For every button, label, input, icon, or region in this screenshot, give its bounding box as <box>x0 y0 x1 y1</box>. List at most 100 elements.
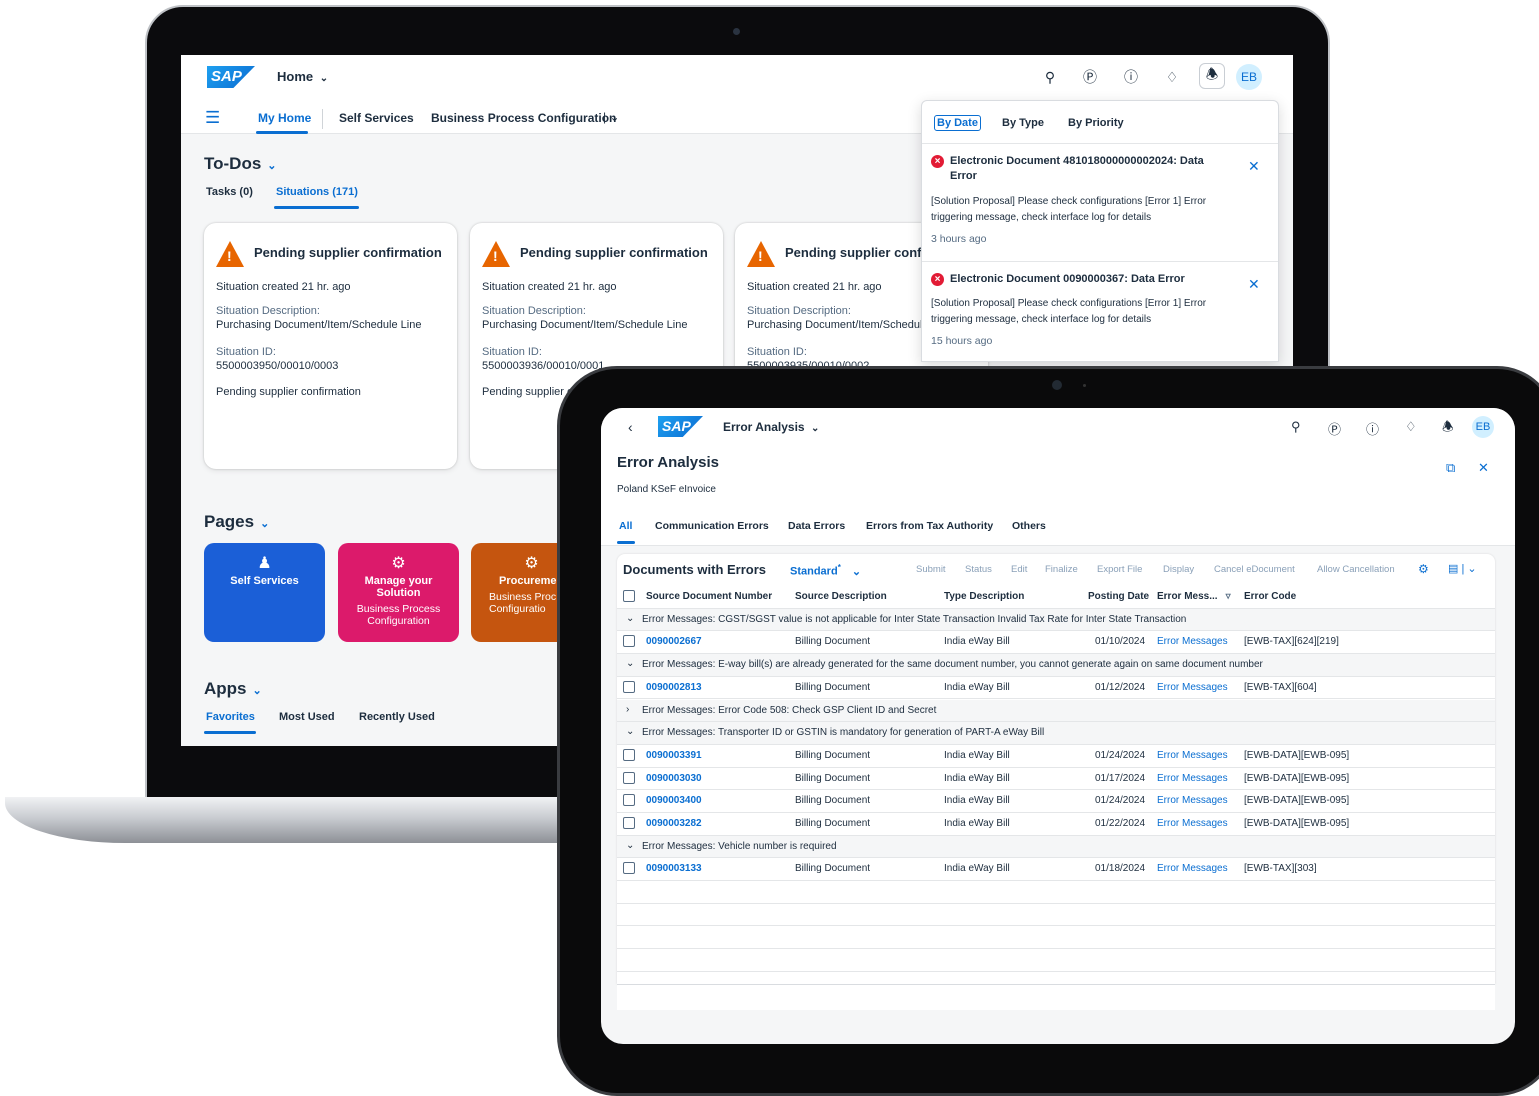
row-checkbox[interactable] <box>623 817 635 829</box>
tab-most-used[interactable]: Most Used <box>279 711 335 723</box>
tab-favorites[interactable]: Favorites <box>206 711 255 723</box>
chevron-down-icon[interactable]: ⌄ <box>626 613 634 624</box>
action-allow-cancellation[interactable]: Allow Cancellation <box>1317 564 1395 575</box>
help-icon[interactable]: ⓘ <box>1366 419 1379 438</box>
copilot-icon[interactable]: Ⓟ <box>1328 419 1341 438</box>
row-checkbox[interactable] <box>623 862 635 875</box>
filter-tab-data-errors[interactable]: Data Errors <box>788 520 845 532</box>
action-cancel-edocument[interactable]: Cancel eDocument <box>1214 564 1295 575</box>
action-export-file[interactable]: Export File <box>1097 564 1142 575</box>
notification-item[interactable]: × Electronic Document 0090000367: Data E… <box>922 262 1278 361</box>
table-row[interactable]: 0090002813 Billing Document India eWay Bil… <box>617 677 1495 700</box>
table-row[interactable]: 0090003400 Billing Document India eWay Bil… <box>617 790 1495 813</box>
tab-situations[interactable]: Situations (171) <box>276 186 358 198</box>
sap-logo[interactable]: SAP <box>658 416 703 437</box>
document-number-link[interactable]: 0090002813 <box>646 682 702 693</box>
action-edit[interactable]: Edit <box>1011 564 1027 575</box>
filter-tab-others[interactable]: Others <box>1012 520 1046 532</box>
filter-tab-tax-authority[interactable]: Errors from Tax Authority <box>866 520 993 532</box>
chevron-down-icon[interactable]: ⌄ <box>626 726 634 737</box>
nav-more-chevron-icon[interactable]: | ⌄ <box>603 110 620 124</box>
help-icon[interactable]: ⓘ <box>1118 64 1144 90</box>
row-checkbox[interactable] <box>623 680 635 693</box>
back-icon[interactable]: ‹ <box>628 419 633 435</box>
col-source-document-number[interactable]: Source Document Number <box>646 591 772 602</box>
todos-title[interactable]: To-Dos ⌄ <box>204 154 277 174</box>
apps-title[interactable]: Apps ⌄ <box>204 679 262 699</box>
group-row[interactable]: › Error Messages: Error Code 508: Check G… <box>617 699 1495 723</box>
row-checkbox[interactable] <box>623 748 635 761</box>
bell-icon[interactable]: 🕭 <box>1442 418 1454 440</box>
document-number-link[interactable]: 0090003133 <box>646 863 702 874</box>
home-menu[interactable]: Home ⌄ <box>277 69 328 84</box>
nav-business-process-configuration[interactable]: Business Process Configuration <box>431 111 616 125</box>
close-icon[interactable]: ✕ <box>1248 276 1260 293</box>
col-error-code[interactable]: Error Code <box>1244 591 1296 602</box>
table-row[interactable]: 0090003030 Billing Document India eWay Bil… <box>617 768 1495 791</box>
pages-title[interactable]: Pages ⌄ <box>204 512 269 532</box>
tab-by-type[interactable]: By Type <box>1002 117 1044 129</box>
group-row[interactable]: ⌄ Error Messages: Transporter ID or GSTIN… <box>617 722 1495 745</box>
filter-tab-communication-errors[interactable]: Communication Errors <box>655 520 769 532</box>
notification-item[interactable]: × Electronic Document 481018000000002024… <box>922 144 1278 262</box>
diamond-icon[interactable]: ♢ <box>1159 64 1185 90</box>
col-posting-date[interactable]: Posting Date <box>1088 591 1149 602</box>
document-number-link[interactable]: 0090003391 <box>646 750 702 761</box>
chevron-down-icon[interactable]: ⌄ <box>626 658 634 669</box>
document-number-link[interactable]: 0090003282 <box>646 818 702 829</box>
search-icon[interactable]: ⚲ <box>1037 64 1063 90</box>
avatar[interactable]: EB <box>1236 64 1262 90</box>
copilot-icon[interactable]: Ⓟ <box>1077 64 1103 90</box>
tile-self-services[interactable]: ♟ Self Services <box>204 543 325 642</box>
table-row[interactable]: 0090003282 Billing Document India eWay Bil… <box>617 813 1495 836</box>
close-icon[interactable]: ✕ <box>1478 460 1489 476</box>
table-row[interactable]: 0090002667 Billing Document India eWay Bil… <box>617 631 1495 655</box>
error-messages-link[interactable]: Error Messages <box>1157 773 1228 784</box>
error-messages-link[interactable]: Error Messages <box>1157 682 1228 693</box>
export-icon[interactable]: ▤ | ⌄ <box>1448 562 1477 575</box>
row-checkbox[interactable] <box>623 771 635 784</box>
group-row[interactable]: ⌄ Error Messages: E-way bill(s) are alrea… <box>617 654 1495 677</box>
row-checkbox[interactable] <box>623 635 635 648</box>
action-display[interactable]: Display <box>1163 564 1194 575</box>
table-row[interactable]: 0090003391 Billing Document India eWay Bil… <box>617 745 1495 768</box>
document-number-link[interactable]: 0090003400 <box>646 795 702 806</box>
nav-my-home[interactable]: My Home <box>258 111 311 125</box>
tile-manage-solution[interactable]: ⚙ Manage your Solution Business Process … <box>338 543 459 642</box>
open-external-icon[interactable]: ⧉ <box>1446 460 1455 476</box>
filter-tab-all[interactable]: All <box>619 520 632 532</box>
error-messages-link[interactable]: Error Messages <box>1157 636 1228 647</box>
col-source-description[interactable]: Source Description <box>795 591 887 602</box>
nav-self-services[interactable]: Self Services <box>339 111 414 125</box>
avatar[interactable]: EB <box>1472 416 1494 438</box>
group-row[interactable]: ⌄ Error Messages: CGST/SGST value is not … <box>617 608 1495 632</box>
bell-icon[interactable]: 🕭 <box>1199 63 1225 89</box>
table-row[interactable]: 0090003133 Billing Document India eWay Bil… <box>617 858 1495 882</box>
document-number-link[interactable]: 0090002667 <box>646 636 702 647</box>
variant-selector[interactable]: Standard* ⌄ <box>790 563 861 578</box>
group-row[interactable]: ⌄ Error Messages: Vehicle number is requi… <box>617 835 1495 859</box>
situation-card[interactable]: Pending supplier confirmation Situation … <box>204 223 457 469</box>
error-messages-link[interactable]: Error Messages <box>1157 795 1228 806</box>
settings-icon[interactable]: ⚙ <box>1418 562 1429 576</box>
row-checkbox[interactable] <box>623 794 635 807</box>
col-error-messages[interactable]: Error Mess... ▿ <box>1157 591 1231 602</box>
action-finalize[interactable]: Finalize <box>1045 564 1078 575</box>
close-icon[interactable]: ✕ <box>1248 158 1260 175</box>
diamond-icon[interactable]: ♢ <box>1405 419 1417 435</box>
chevron-right-icon[interactable]: › <box>626 704 629 715</box>
action-status[interactable]: Status <box>965 564 992 575</box>
action-submit[interactable]: Submit <box>916 564 946 575</box>
chevron-down-icon[interactable]: ⌄ <box>626 840 634 851</box>
error-messages-link[interactable]: Error Messages <box>1157 818 1228 829</box>
error-messages-link[interactable]: Error Messages <box>1157 750 1228 761</box>
select-all-checkbox[interactable] <box>623 590 635 602</box>
document-number-link[interactable]: 0090003030 <box>646 773 702 784</box>
error-messages-link[interactable]: Error Messages <box>1157 863 1228 874</box>
search-icon[interactable]: ⚲ <box>1291 419 1301 435</box>
col-type-description[interactable]: Type Description <box>944 591 1024 602</box>
app-title-menu[interactable]: Error Analysis ⌄ <box>723 420 819 434</box>
tab-recently-used[interactable]: Recently Used <box>359 711 435 723</box>
sap-logo[interactable]: SAP <box>207 66 255 88</box>
menu-icon[interactable]: ☰ <box>205 108 220 128</box>
